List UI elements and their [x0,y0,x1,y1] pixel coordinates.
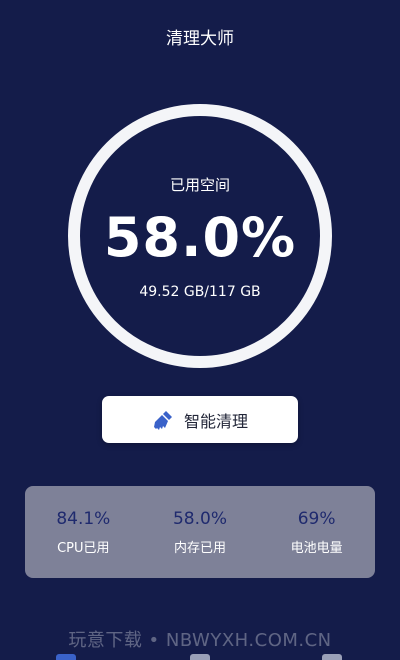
stat-cpu: 84.1% CPU已用 [33,509,133,556]
bottom-nav-glimpse [0,650,400,660]
smart-clean-label: 智能清理 [183,411,248,431]
stat-value: 69% [297,508,336,529]
stat-label: 内存已用 [173,540,226,556]
watermark: 玩意下载 • NBWYXH.COM.CN [68,630,332,651]
broom-icon [152,408,176,432]
smart-clean-button[interactable]: 智能清理 [102,396,298,443]
stat-value: 58.0% [172,508,227,529]
nav-profile-icon[interactable] [322,654,342,660]
stat-label: 电池电量 [290,540,343,556]
page-title: 清理大师 [166,29,234,49]
stat-memory: 58.0% 内存已用 [150,509,250,556]
stat-battery: 69% 电池电量 [267,509,367,556]
storage-detail: 49.52 GB/117 GB [139,284,261,300]
storage-percent: 58.0% [103,206,297,269]
nav-tools-icon[interactable] [190,654,210,660]
stat-value: 84.1% [56,508,111,529]
nav-home-icon[interactable] [56,654,76,660]
stat-label: CPU已用 [57,540,110,556]
system-stats-panel: 84.1% CPU已用 58.0% 内存已用 69% 电池电量 [25,486,375,578]
storage-label: 已用空间 [169,176,230,194]
